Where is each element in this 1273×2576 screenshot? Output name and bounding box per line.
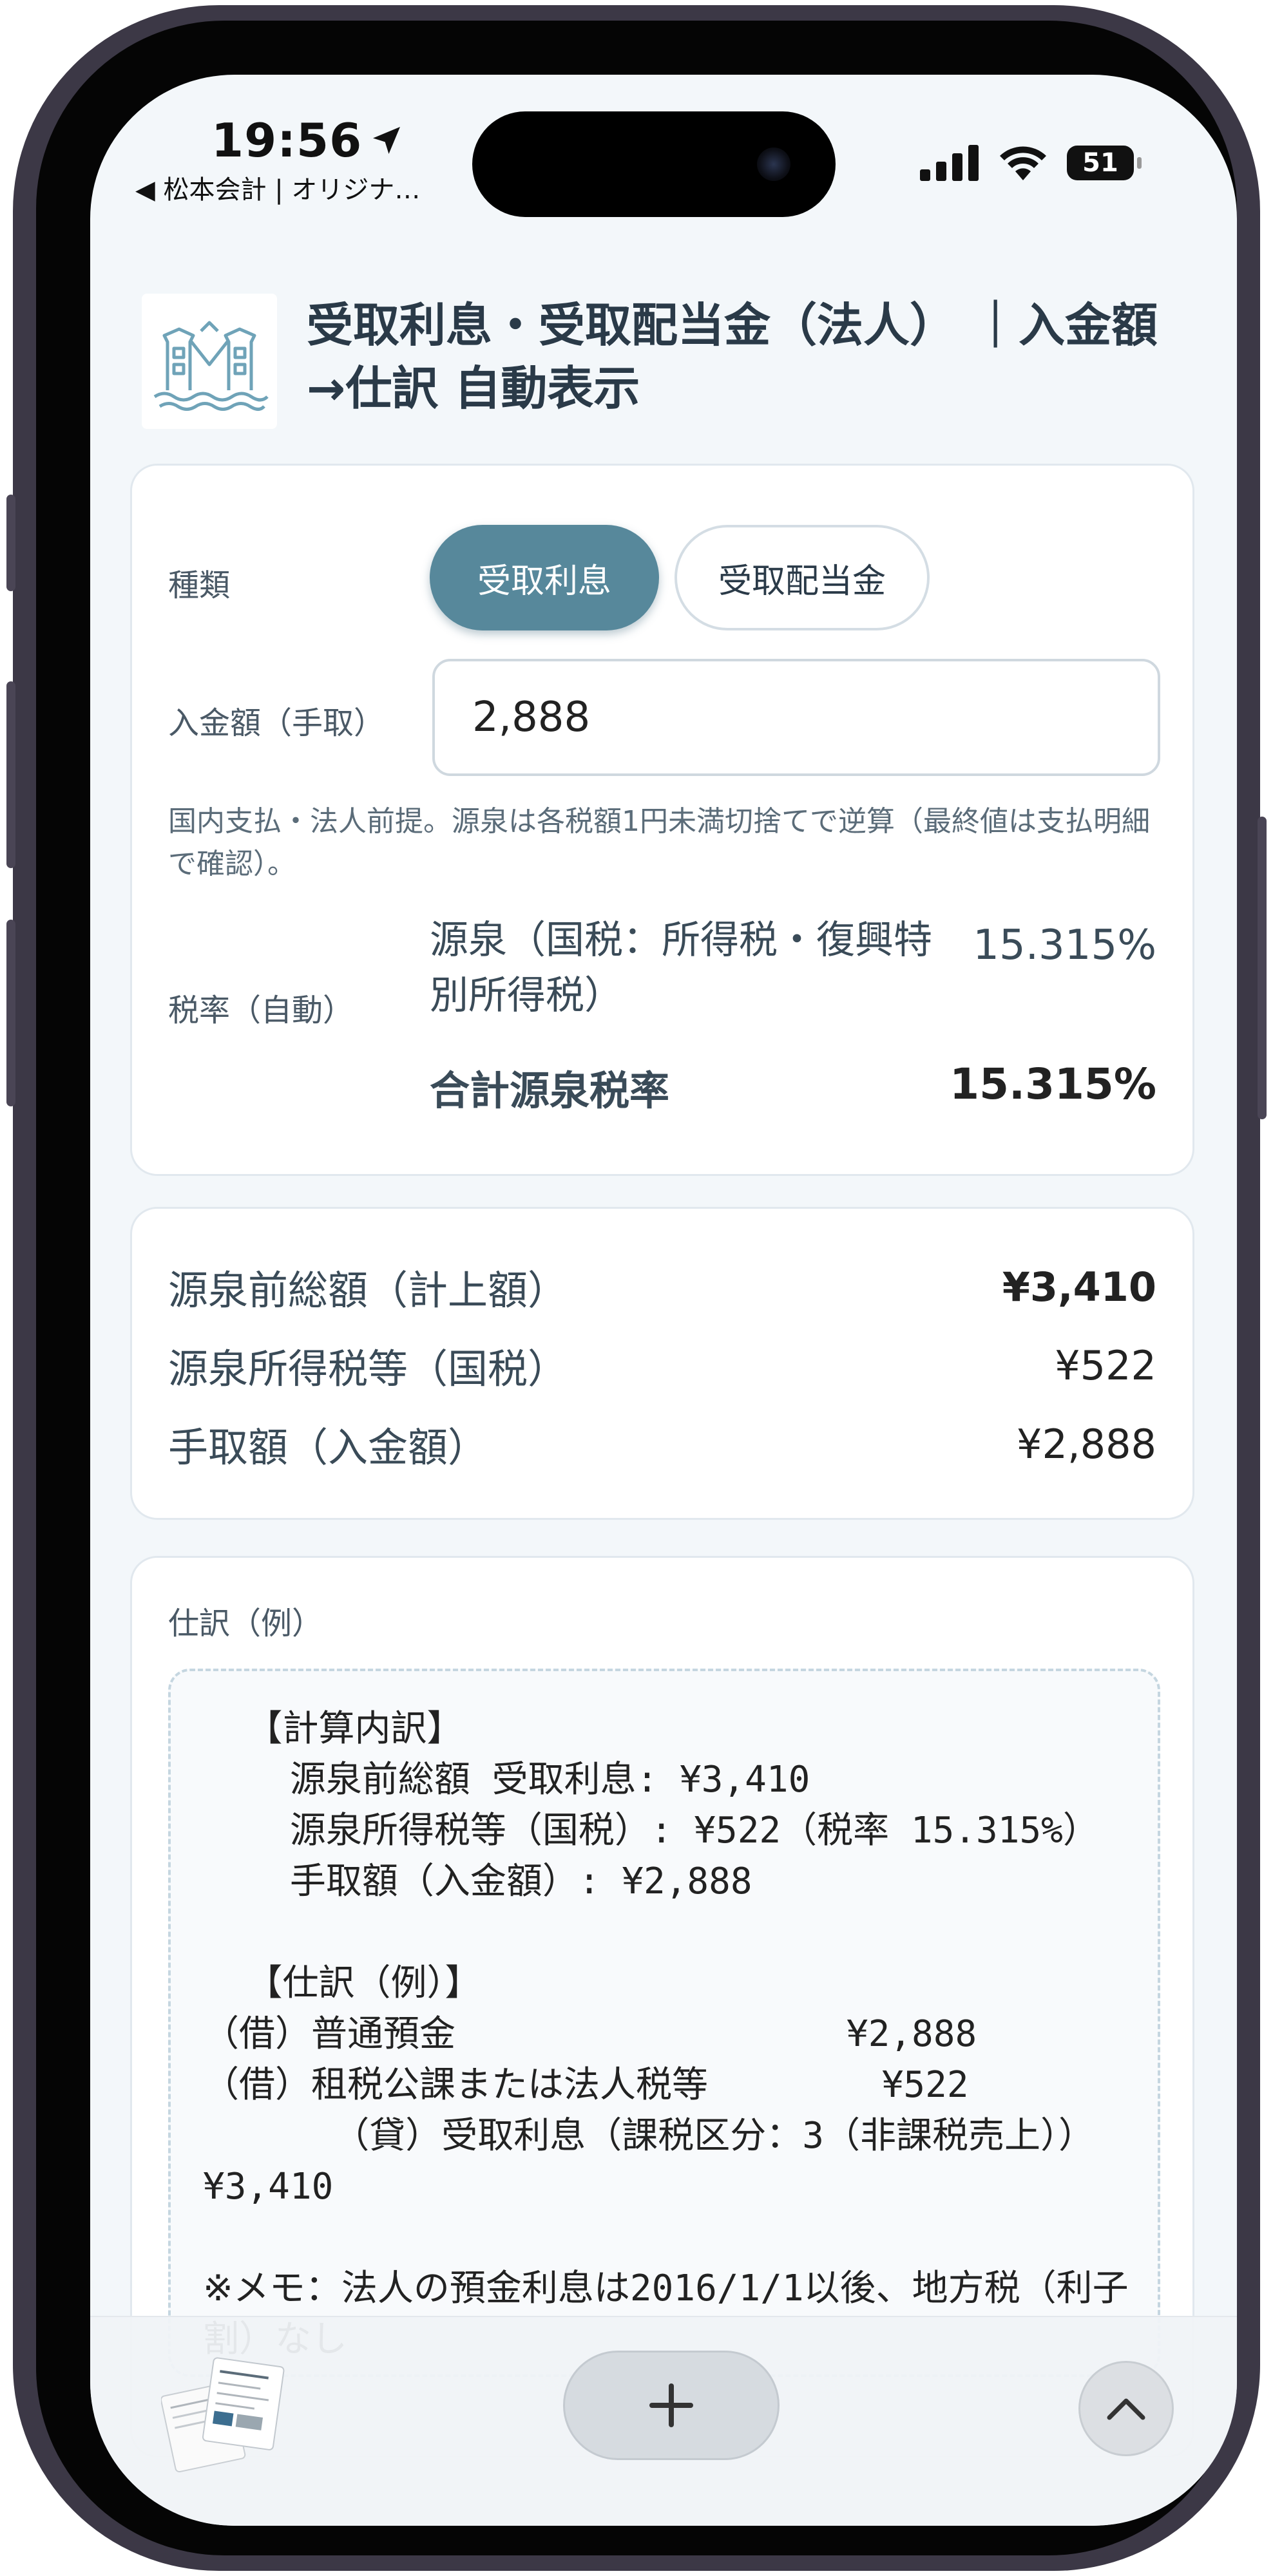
screen: 19:56 ◀ 松本会計 | オリジナ… 51 受取利息・受取配当金（法人） ｜…: [90, 75, 1237, 2526]
phone-frame: 19:56 ◀ 松本会計 | オリジナ… 51 受取利息・受取配当金（法人） ｜…: [6, 5, 1267, 2571]
page-title: 受取利息・受取配当金（法人） ｜入金額→仕訳 自動表示: [307, 298, 1158, 415]
rate-name: 源泉（国税：所得税・復興特別所得税）: [430, 918, 932, 1018]
amount-label: 入金額（手取）: [168, 705, 385, 741]
new-tab-button[interactable]: [563, 2351, 780, 2460]
volume-up-button: [6, 681, 15, 868]
mute-switch: [6, 495, 15, 591]
time-text: 19:56: [211, 113, 363, 167]
status-indicators: 51: [920, 144, 1142, 182]
scroll-up-button[interactable]: [1078, 2361, 1174, 2456]
summary-card: 源泉前総額（計上額） ¥3,410 源泉所得税等（国税） ¥522 手取額（入金…: [130, 1207, 1194, 1520]
back-to-app-link[interactable]: ◀ 松本会計 | オリジナ…: [135, 169, 420, 206]
withholding-label: 源泉所得税等（国税）: [168, 1345, 568, 1392]
journal-output-box: 【計算内訳】 源泉前総額 受取利息: ¥3,410 源泉所得税等（国税）: ¥5…: [168, 1669, 1160, 2377]
browser-toolbar: [90, 2316, 1237, 2526]
type-option-dividend-button[interactable]: 受取配当金: [675, 525, 930, 630]
cellular-signal-icon: [920, 145, 979, 181]
logo-bridge-icon: [153, 321, 269, 411]
gross-value: ¥3,410: [1002, 1263, 1156, 1311]
status-time: 19:56: [211, 113, 405, 167]
calculation-note: 国内支払・法人前提。源泉は各税額1円未満切捨てで逆算（最終値は支払明細で確認）。: [168, 805, 1150, 880]
volume-down-button: [6, 920, 15, 1106]
input-card: 種類 受取利息 受取配当金 入金額（手取） 2,888 国内支払・法人前提。源泉…: [130, 464, 1194, 1176]
tabs-preview-icon: [160, 2357, 285, 2473]
dynamic-island: [472, 111, 836, 217]
rate-value: 15.315%: [973, 922, 1156, 969]
location-arrow-icon: [373, 127, 401, 154]
type-option-interest-button[interactable]: 受取利息: [430, 525, 659, 630]
chevron-up-icon: [1107, 2398, 1145, 2420]
net-value: ¥2,888: [1017, 1420, 1156, 1468]
journal-output-text: 【計算内訳】 源泉前総額 受取利息: ¥3,410 源泉所得税等（国税）: ¥5…: [203, 1708, 1129, 2360]
net-label: 手取額（入金額）: [168, 1424, 488, 1471]
summary-row-gross: 源泉前総額（計上額） ¥3,410: [168, 1258, 1156, 1316]
journal-label: 仕訳（例）: [168, 1605, 323, 1642]
summary-row-net: 手取額（入金額） ¥2,888: [168, 1415, 1156, 1473]
type-label: 種類: [168, 567, 231, 603]
battery-level: 51: [1082, 148, 1118, 178]
gross-label: 源泉前総額（計上額）: [168, 1267, 568, 1314]
total-rate-label: 合計源泉税率: [430, 1067, 670, 1114]
total-rate-value: 15.315%: [950, 1059, 1156, 1109]
company-logo: [142, 294, 277, 429]
rate-label: 税率（自動）: [168, 992, 354, 1028]
battery-indicator: 51: [1067, 146, 1142, 180]
summary-row-withholding: 源泉所得税等（国税） ¥522: [168, 1336, 1156, 1394]
phone-bezel: 19:56 ◀ 松本会計 | オリジナ… 51 受取利息・受取配当金（法人） ｜…: [36, 21, 1237, 2555]
camera-icon: [757, 147, 790, 181]
amount-input[interactable]: 2,888: [432, 659, 1160, 776]
wifi-icon: [1000, 146, 1046, 180]
plus-icon: [649, 2383, 693, 2427]
withholding-value: ¥522: [1055, 1341, 1156, 1389]
power-button: [1258, 817, 1267, 1119]
tab-thumbnails-icon[interactable]: [160, 2349, 287, 2476]
